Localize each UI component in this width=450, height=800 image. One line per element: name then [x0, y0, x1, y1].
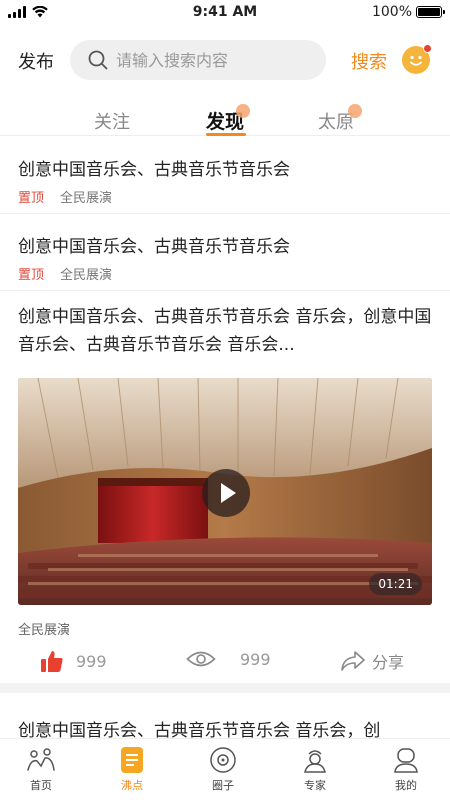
nav-home[interactable]: 首页 [6, 745, 76, 793]
disc-icon [210, 747, 236, 773]
video-duration: 01:21 [369, 573, 422, 595]
post-meta: 置顶 全民展演 [18, 187, 112, 206]
document-list-icon [121, 747, 143, 773]
publish-button[interactable]: 发布 [18, 48, 54, 74]
nav-label: 沸点 [121, 779, 143, 792]
nav-mine[interactable]: 我的 [371, 745, 441, 793]
pinned-badge: 置顶 [18, 191, 45, 206]
post-title: 创意中国音乐会、古典音乐节音乐会 音乐会，创 [18, 721, 381, 738]
battery-percent: 100% [371, 4, 412, 20]
search-input[interactable] [116, 50, 296, 70]
pinned-badge: 置顶 [18, 268, 45, 283]
list-item[interactable]: 创意中国音乐会、古典音乐节音乐会 置顶 全民展演 [0, 214, 450, 291]
status-right: 100% [371, 4, 445, 20]
like-count: 999 [76, 651, 107, 671]
play-button[interactable] [202, 469, 250, 517]
tab-follow[interactable]: 关注 [94, 108, 130, 134]
status-bar: 9:41 AM 100% [0, 0, 450, 26]
profile-icon [394, 748, 418, 773]
eye-icon [186, 651, 216, 667]
share-label: 分享 [372, 653, 405, 672]
nav-hot[interactable]: 沸点 [97, 745, 167, 793]
battery-icon [416, 6, 445, 18]
search-button[interactable]: 搜索 [351, 48, 387, 74]
post-tag: 全民展演 [18, 623, 71, 638]
post-title: 创意中国音乐会、古典音乐节音乐会 [18, 237, 290, 257]
list-item[interactable]: 创意中国音乐会、古典音乐节音乐会 音乐会，创 [0, 714, 450, 738]
feed-list: 创意中国音乐会、古典音乐节音乐会 置顶 全民展演 创意中国音乐会、古典音乐节音乐… [0, 137, 450, 693]
home-people-icon [27, 748, 55, 771]
post-meta: 置顶 全民展演 [18, 264, 112, 283]
tab-discover-badge [236, 104, 250, 118]
nav-label: 圈子 [212, 779, 234, 792]
post-tag: 全民展演 [60, 191, 113, 206]
post-tag: 全民展演 [60, 268, 113, 283]
nav-expert[interactable]: 专家 [280, 745, 350, 793]
thumbs-up-icon [41, 651, 63, 672]
nav-circle[interactable]: 圈子 [188, 745, 258, 793]
view-count: 999 [240, 649, 271, 669]
search-icon [88, 50, 108, 70]
post-title: 创意中国音乐会、古典音乐节音乐会 [18, 160, 290, 180]
bottom-nav: 首页 沸点 圈子 专家 我的 [0, 738, 450, 800]
like-button[interactable]: 999 [40, 649, 107, 673]
expert-icon [304, 750, 326, 773]
post-actions: 999 999 分享 [0, 649, 450, 683]
category-tabs: 关注 发现 太原 [0, 100, 450, 136]
share-button[interactable]: 分享 [340, 649, 404, 673]
active-tab-indicator [206, 133, 246, 136]
share-icon [341, 651, 365, 671]
message-avatar-icon[interactable] [402, 44, 432, 74]
nav-label: 首页 [30, 779, 52, 792]
nav-label: 专家 [304, 779, 326, 792]
video-thumbnail[interactable]: 01:21 [18, 378, 432, 605]
list-item[interactable]: 创意中国音乐会、古典音乐节音乐会 置顶 全民展演 [0, 137, 450, 214]
search-box[interactable] [70, 40, 326, 80]
view-count-group: 999 [186, 649, 271, 669]
nav-label: 我的 [395, 779, 417, 792]
post-title: 创意中国音乐会、古典音乐节音乐会 音乐会，创意中国音乐会、古典音乐节音乐会 音乐… [18, 307, 432, 355]
video-post[interactable]: 创意中国音乐会、古典音乐节音乐会 音乐会，创意中国音乐会、古典音乐节音乐会 音乐… [0, 291, 450, 693]
tab-taiyuan-badge [348, 104, 362, 118]
top-bar: 发布 搜索 [0, 40, 450, 80]
